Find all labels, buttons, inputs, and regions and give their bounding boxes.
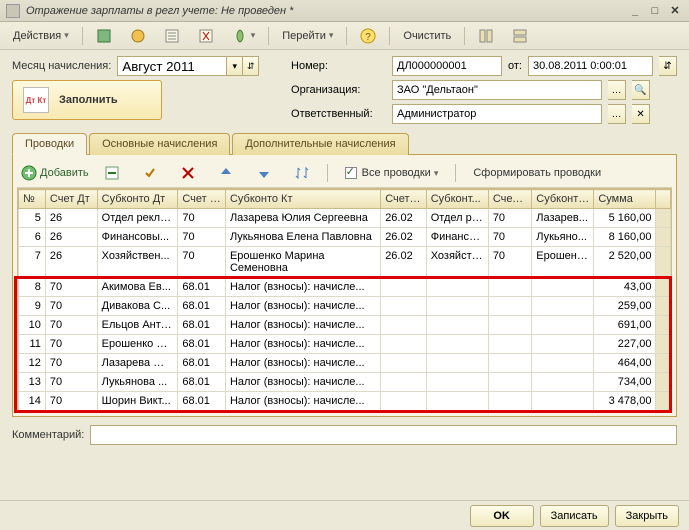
table-row[interactable]: 1470Шорин Викт...68.01Налог (взносы): на… [19,392,671,411]
clear-button[interactable]: Очистить [396,27,458,45]
comment-label: Комментарий: [12,429,84,441]
col-5[interactable]: Счет ... [381,190,427,209]
col-7[interactable]: Счет ... [488,190,531,209]
date-field[interactable]: 30.08.2011 0:00:01 [528,56,653,76]
date-spin-icon[interactable]: ⇵ [659,56,677,76]
col-8[interactable]: Субконто... [532,190,594,209]
table-row[interactable]: 626Финансовы...70Лукьянова Елена Павловн… [19,228,671,247]
col-6[interactable]: Субконт... [426,190,488,209]
help-button[interactable]: ? [353,25,383,47]
month-label: Месяц начисления: [12,60,111,72]
table-row[interactable]: 1170Ерошенко М...68.01Налог (взносы): на… [19,335,671,354]
col-dt[interactable]: Счет Дт [45,190,97,209]
tab-postings[interactable]: Проводки [12,133,87,155]
fill-icon: Дт Кт [23,87,49,113]
org-field[interactable]: ЗАО "Дельтаон" [392,80,602,100]
tab-basic-accruals[interactable]: Основные начисления [89,133,230,155]
add-button[interactable]: Добавить [21,165,89,181]
tab-body: Добавить Все проводки▾ Сформировать пров… [12,155,677,417]
col-sdt[interactable]: Субконто Дт [97,190,178,209]
window-icon [6,4,20,18]
comment-input[interactable] [90,425,677,445]
month-select[interactable]: ▾ ⇵ [117,56,259,76]
titlebar: Отражение зарплаты в регл учете: Не пров… [0,0,689,22]
org-label: Организация: [291,84,386,96]
tb-icon-2[interactable] [123,25,153,47]
grid-icon-down[interactable] [249,162,279,184]
svg-text:?: ? [366,32,372,43]
col-skt[interactable]: Субконто Кт [225,190,380,209]
fill-button[interactable]: Дт Кт Заполнить [12,80,162,120]
close-form-button[interactable]: Закрыть [615,505,679,527]
table-row[interactable]: 970Дивакова С...68.01Налог (взносы): нач… [19,297,671,316]
number-field[interactable]: ДЛ000000001 [392,56,502,76]
month-dropdown-icon[interactable]: ▾ [227,56,243,76]
resp-select-icon[interactable]: … [608,104,626,124]
col-n[interactable]: № [19,190,46,209]
header-area: Месяц начисления: ▾ ⇵ Дт Кт Заполнить Но… [0,50,689,124]
col-kt[interactable]: Счет Кт [178,190,226,209]
tb-icon-1[interactable] [89,25,119,47]
resp-label: Ответственный: [291,108,386,120]
scrollbar[interactable] [656,190,671,209]
table-row[interactable]: 1070Ельцов Анто...68.01Налог (взносы): н… [19,316,671,335]
tb-icon-7[interactable] [505,25,535,47]
grid-toolbar: Добавить Все проводки▾ Сформировать пров… [17,159,672,188]
col-sum[interactable]: Сумма [594,190,656,209]
maximize-button[interactable]: □ [647,4,663,18]
comment-row: Комментарий: [0,417,689,445]
main-toolbar: Действия▾ ▾ Перейти▾ ? Очистить [0,22,689,50]
tb-icon-6[interactable] [471,25,501,47]
org-select-icon[interactable]: … [608,80,626,100]
grid-header: № Счет Дт Субконто Дт Счет Кт Субконто К… [19,190,671,209]
fill-button-label: Заполнить [59,94,118,106]
grid: № Счет Дт Субконто Дт Счет Кт Субконто К… [17,188,672,412]
month-spin-icon[interactable]: ⇵ [243,56,259,76]
grid-icon-sort[interactable] [287,162,317,184]
resp-clear-icon[interactable]: ✕ [632,104,650,124]
org-search-icon[interactable]: 🔍 [632,80,650,100]
all-postings-checkbox[interactable]: Все проводки▾ [338,164,446,182]
tb-icon-4[interactable] [191,25,221,47]
form-postings-button[interactable]: Сформировать проводки [466,164,608,182]
save-button[interactable]: Записать [540,505,609,527]
tabstrip: Проводки Основные начисления Дополнитель… [12,132,677,155]
table-row[interactable]: 726Хозяйствен...70Ерошенко Марина Семено… [19,247,671,278]
number-label: Номер: [291,60,386,72]
footer: OK Записать Закрыть [0,500,689,530]
tab-extra-accruals[interactable]: Дополнительные начисления [232,133,408,155]
checkbox-icon [345,167,357,179]
tb-icon-5[interactable]: ▾ [225,25,263,47]
close-button[interactable]: ✕ [667,4,683,18]
minimize-button[interactable]: _ [627,4,643,18]
table-row[interactable]: 870Акимова Ев...68.01Налог (взносы): нач… [19,278,671,297]
table-row[interactable]: 526Отдел рекла...70Лазарева Юлия Сергеев… [19,209,671,228]
resp-field[interactable]: Администратор [392,104,602,124]
grid-icon-up[interactable] [211,162,241,184]
actions-menu[interactable]: Действия▾ [6,27,76,45]
grid-icon-1[interactable] [97,162,127,184]
from-label: от: [508,60,522,72]
grid-icon-2[interactable] [135,162,165,184]
goto-menu[interactable]: Перейти▾ [275,27,340,45]
table-row[interactable]: 1270Лазарева Ю...68.01Налог (взносы): на… [19,354,671,373]
ok-button[interactable]: OK [470,505,534,527]
window-title: Отражение зарплаты в регл учете: Не пров… [26,5,627,17]
table-row[interactable]: 1370Лукьянова ...68.01Налог (взносы): на… [19,373,671,392]
tb-icon-3[interactable] [157,25,187,47]
month-input[interactable] [117,56,227,76]
grid-icon-3[interactable] [173,162,203,184]
